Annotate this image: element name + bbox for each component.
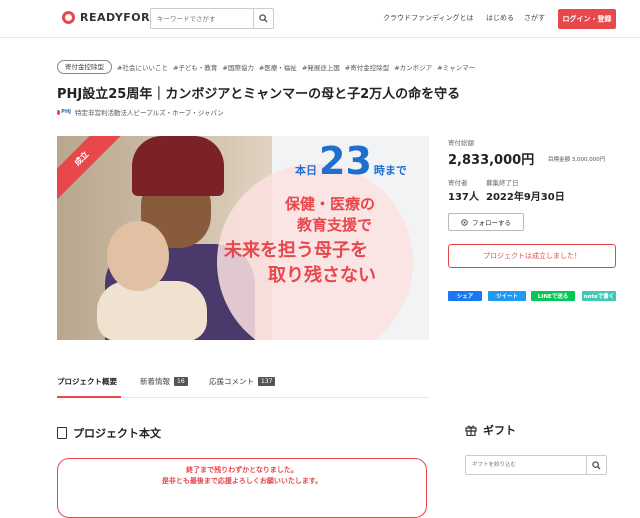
tab-overview[interactable]: プロジェクト概要	[57, 376, 117, 387]
tag-list: #社会にいいこと #子ども・教育 #国際協力 #医療・福祉 #発展途上国 #寄付…	[117, 62, 475, 72]
document-icon	[57, 427, 67, 439]
category-badge[interactable]: 寄付金控除型	[57, 60, 112, 74]
tab-comments[interactable]: 応援コメント 137	[209, 376, 276, 387]
hero-line-2: 教育支援で	[297, 216, 373, 234]
gift-heading: ギフト	[465, 422, 516, 438]
total-label: 寄付総額	[448, 139, 474, 147]
notice-line-1: 終了まで残りわずかとなりました。	[186, 466, 298, 474]
org-name[interactable]: 特定非営利活動法人ピープルズ・ホープ・ジャパン	[75, 107, 224, 117]
tag-link[interactable]: #カンボジア	[394, 62, 432, 72]
twitter-share-button[interactable]: ツイート	[488, 291, 526, 301]
goal-amount: 目標金額 3,000,000円	[548, 157, 606, 163]
facebook-share-button[interactable]: シェア	[448, 291, 482, 301]
end-date-value: 2022年9月30日	[486, 192, 565, 203]
active-tab-indicator	[57, 396, 121, 398]
site-search	[150, 8, 274, 29]
tag-link[interactable]: #寄付金控除型	[345, 62, 389, 72]
line-share-button[interactable]: LINEで送る	[531, 291, 575, 301]
hero-line-3: 未来を担う母子を	[224, 240, 368, 261]
project-title: PHJ設立25周年｜カンボジアとミャンマーの母と子2万人の命を守る	[57, 87, 461, 102]
follow-label: フォローする	[472, 219, 511, 227]
countdown-prefix: 本日	[295, 164, 317, 177]
follow-icon	[461, 218, 468, 226]
note-share-button[interactable]: noteで書く	[582, 291, 616, 301]
organization[interactable]: PHJ 特定非営利活動法人ピープルズ・ホープ・ジャパン	[57, 107, 224, 117]
mother-beanie	[132, 136, 224, 196]
search-button[interactable]	[253, 9, 273, 28]
countdown: 本日 23 時まで	[295, 142, 407, 180]
tag-link[interactable]: #子ども・教育	[173, 62, 217, 72]
tab-updates[interactable]: 新着情報 16	[140, 376, 188, 387]
gift-filter-button[interactable]	[586, 456, 606, 474]
nav-link-search[interactable]: さがす	[524, 13, 545, 23]
supporters-label: 寄付者	[448, 179, 468, 187]
closing-notice: 終了まで残りわずかとなりました。 是非とも最後まで応援よろしくお願いいたします。	[57, 458, 427, 518]
logo-text: READYFOR	[80, 11, 151, 24]
search-icon	[592, 460, 601, 470]
follow-button[interactable]: フォローする	[448, 213, 524, 231]
countdown-suffix: 時まで	[373, 164, 407, 177]
site-header: READYFOR クラウドファンディングとは はじめる さがす ログイン・登録	[0, 0, 640, 38]
search-input[interactable]	[151, 9, 253, 28]
nav-link-start[interactable]: はじめる	[486, 13, 514, 23]
tag-link[interactable]: #発展途上国	[302, 62, 340, 72]
gift-icon	[465, 425, 477, 436]
countdown-number: 23	[319, 139, 372, 183]
hero-image: 成立 本日 23 時まで 保健・医療の 教育支援で 未来を担う母子を 取り残さな…	[57, 136, 429, 340]
supporters-value: 137人	[448, 192, 479, 203]
end-date-label: 募集終了日	[486, 179, 519, 187]
baby-face	[107, 221, 169, 291]
tag-link[interactable]: #ミャンマー	[437, 62, 475, 72]
gift-filter-input[interactable]	[466, 456, 586, 474]
baby-body	[97, 281, 207, 340]
search-icon	[259, 14, 268, 23]
notice-line-2: 是非とも最後まで応援よろしくお願いいたします。	[161, 477, 323, 485]
project-body-heading: プロジェクト本文	[57, 425, 161, 441]
total-value: 2,833,000円	[448, 153, 535, 168]
tag-link[interactable]: #社会にいいこと	[117, 62, 168, 72]
project-status-button[interactable]: プロジェクトは成立しました！	[448, 244, 616, 268]
gift-filter	[465, 455, 607, 475]
tag-link[interactable]: #国際協力	[222, 62, 253, 72]
org-logo: PHJ	[57, 109, 71, 116]
project-tabs: プロジェクト概要 新着情報 16 応援コメント 137	[57, 374, 429, 398]
comments-count: 137	[258, 377, 276, 386]
logo-mark-icon	[62, 11, 75, 24]
nav-link-about[interactable]: クラウドファンディングとは	[383, 13, 474, 23]
updates-count: 16	[174, 377, 188, 386]
login-button[interactable]: ログイン・登録	[558, 9, 616, 29]
hero-line-4: 取り残さない	[268, 265, 376, 286]
tag-link[interactable]: #医療・福祉	[259, 62, 297, 72]
readyfor-logo[interactable]: READYFOR	[62, 11, 150, 24]
hero-line-1: 保健・医療の	[285, 195, 376, 213]
